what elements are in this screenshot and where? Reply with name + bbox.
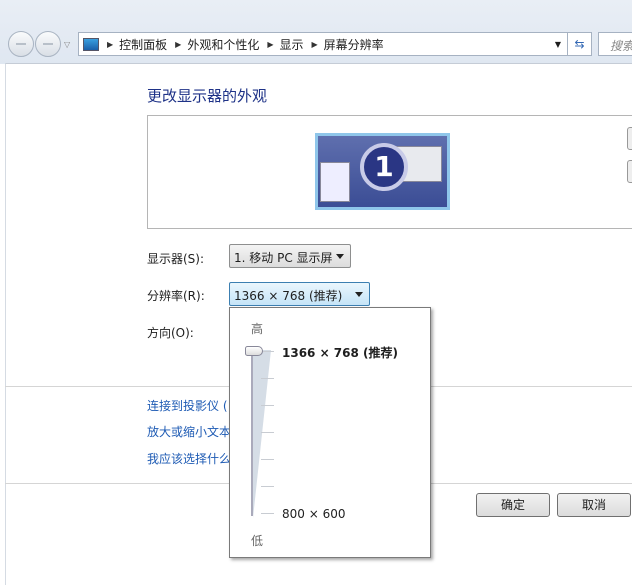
cancel-button[interactable]: 取消 <box>557 493 631 517</box>
search-input[interactable]: 搜索 <box>598 32 632 56</box>
chevron-right-icon: ▶ <box>107 39 114 49</box>
detect-button[interactable] <box>627 127 632 150</box>
tick <box>261 486 274 487</box>
min-resolution-label[interactable]: 800 × 600 <box>282 507 346 521</box>
slider-thumb[interactable] <box>245 346 263 356</box>
resolution-label: 分辨率(R): <box>147 289 205 303</box>
page-title: 更改显示器的外观 <box>147 87 268 105</box>
tick <box>261 513 274 514</box>
max-resolution-label[interactable]: 1366 × 768 (推荐) <box>282 344 398 361</box>
forward-button[interactable] <box>35 31 61 57</box>
tick <box>261 378 274 379</box>
ok-button[interactable]: 确定 <box>476 493 550 517</box>
breadcrumb-display[interactable]: 显示 <box>280 36 304 53</box>
resolution-dropdown[interactable]: 1366 × 768 (推荐) <box>229 282 370 306</box>
chevron-right-icon: ▶ <box>311 39 318 49</box>
high-label: 高 <box>251 322 264 336</box>
resolution-slider-popup: 高 1366 × 768 (推荐) 800 × 600 低 <box>229 307 431 558</box>
control-panel-icon <box>83 37 99 51</box>
chevron-right-icon: ▶ <box>175 39 182 49</box>
display-label: 显示器(S): <box>147 252 205 266</box>
tick <box>261 405 274 406</box>
identify-button[interactable] <box>627 160 632 183</box>
chevron-down-icon <box>336 254 344 263</box>
text-size-link[interactable]: 放大或缩小文本 <box>147 423 231 440</box>
chevron-down-icon <box>355 292 363 301</box>
display-dropdown[interactable]: 1. 移动 PC 显示屏 <box>229 244 351 268</box>
tick <box>261 459 274 460</box>
connect-projector-link[interactable]: 连接到投影仪 ( <box>147 397 228 414</box>
breadcrumb-appearance[interactable]: 外观和个性化 <box>187 36 259 53</box>
chevron-right-icon: ▶ <box>267 39 274 49</box>
chevron-down-icon[interactable]: ▼ <box>555 40 561 49</box>
breadcrumb-screen-resolution[interactable]: 屏幕分辨率 <box>324 36 384 53</box>
tick <box>261 432 274 433</box>
recent-pages-icon[interactable]: ▽ <box>64 40 70 49</box>
monitor-number: 1 <box>360 143 408 191</box>
orientation-label: 方向(O): <box>147 326 194 340</box>
refresh-button[interactable]: ⇆ <box>567 32 592 56</box>
resolution-value: 1366 × 768 (推荐) <box>234 289 343 303</box>
address-bar[interactable]: ▶ 控制面板 ▶ 外观和个性化 ▶ 显示 ▶ 屏幕分辨率 ▼ <box>78 32 568 56</box>
slider-fill <box>253 350 271 518</box>
breadcrumb-control-panel[interactable]: 控制面板 <box>119 36 167 53</box>
display-value: 1. 移动 PC 显示屏 <box>234 251 333 265</box>
low-label: 低 <box>251 534 264 548</box>
monitor-1-thumbnail[interactable]: 1 <box>315 133 450 210</box>
back-button[interactable] <box>8 31 34 57</box>
display-settings-help-link[interactable]: 我应该选择什么 <box>147 450 231 467</box>
